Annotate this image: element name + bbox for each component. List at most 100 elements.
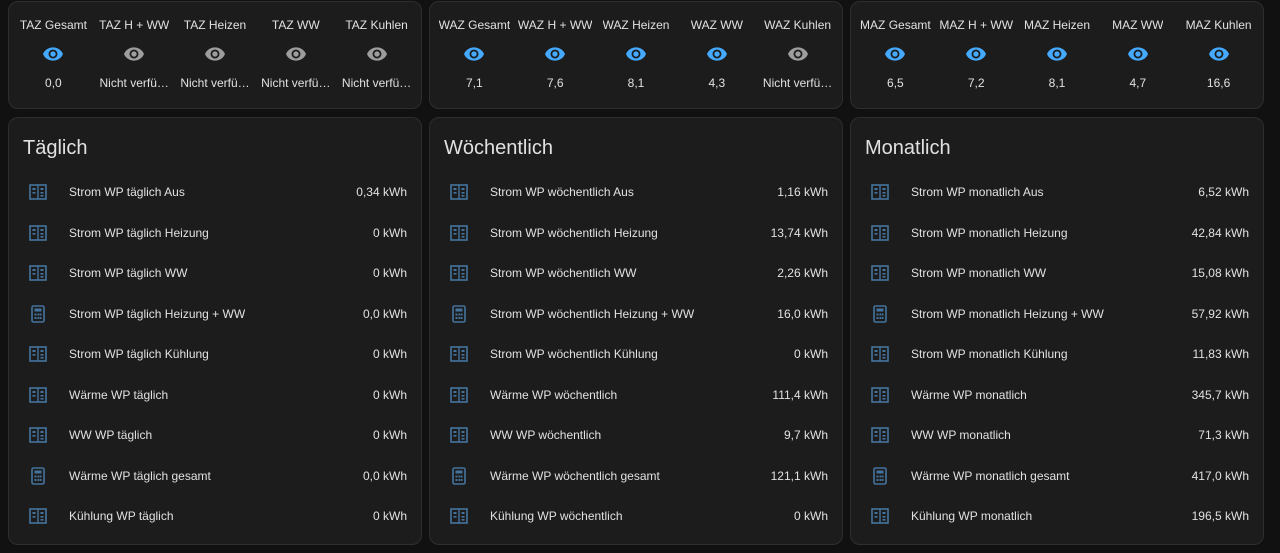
entity-row[interactable]: Strom WP wöchentlich Aus 1,16 kWh [430, 172, 842, 213]
eye-icon [285, 46, 307, 62]
glance-item[interactable]: WAZ Gesamt 7,1 [434, 2, 515, 108]
glance-card-waz: WAZ Gesamt 7,1 WAZ H + WW 7,6 WAZ Heizen… [429, 1, 843, 109]
entity-row[interactable]: Strom WP täglich WW 0 kWh [9, 253, 421, 294]
entity-row[interactable]: Strom WP monatlich Kühlung 11,83 kWh [851, 334, 1263, 375]
entity-value: 0 kWh [793, 509, 828, 524]
meter-icon [448, 505, 470, 527]
entity-name: Strom WP wöchentlich WW [490, 266, 637, 281]
entity-value: 2,26 kWh [777, 266, 828, 281]
entity-row[interactable]: Kühlung WP wöchentlich 0 kWh [430, 496, 842, 537]
entity-row[interactable]: Strom WP wöchentlich Heizung + WW 16,0 kW… [430, 294, 842, 335]
glance-item[interactable]: TAZ Heizen Nicht verfü… [175, 2, 256, 108]
glance-item-state: 7,6 [546, 76, 564, 90]
entity-value: 0 kWh [372, 509, 407, 524]
entity-row[interactable]: Strom WP monatlich Heizung 42,84 kWh [851, 213, 1263, 254]
entity-row[interactable]: Strom WP täglich Heizung + WW 0,0 kWh [9, 294, 421, 335]
eye-icon [544, 46, 566, 62]
glance-item[interactable]: MAZ Heizen 8,1 [1017, 2, 1098, 108]
glance-item[interactable]: WAZ Kuhlen Nicht verfü… [757, 2, 838, 108]
meter-icon [27, 181, 49, 203]
entity-row[interactable]: Strom WP wöchentlich WW 2,26 kWh [430, 253, 842, 294]
entity-row[interactable]: Strom WP monatlich WW 15,08 kWh [851, 253, 1263, 294]
entity-row[interactable]: Kühlung WP monatlich 196,5 kWh [851, 496, 1263, 537]
entity-row[interactable]: WW WP monatlich 71,3 kWh [851, 415, 1263, 456]
glance-item[interactable]: WAZ WW 4,3 [676, 2, 757, 108]
meter-icon [869, 424, 891, 446]
glance-item-name: WAZ H + WW [517, 18, 593, 32]
entity-value: 11,83 kWh [1192, 347, 1249, 362]
glance-item[interactable]: TAZ Gesamt 0,0 [13, 2, 94, 108]
glance-item[interactable]: MAZ WW 4,7 [1097, 2, 1178, 108]
meter-icon [869, 262, 891, 284]
entity-name: Wärme WP monatlich [911, 387, 1027, 402]
entity-row[interactable]: Strom WP täglich Kühlung 0 kWh [9, 334, 421, 375]
glance-item[interactable]: TAZ H + WW Nicht verfü… [94, 2, 175, 108]
entity-value: 0,34 kWh [356, 185, 407, 200]
entity-row[interactable]: Strom WP wöchentlich Kühlung 0 kWh [430, 334, 842, 375]
entity-row[interactable]: WW WP wöchentlich 9,7 kWh [430, 415, 842, 456]
calculator-icon [27, 303, 49, 325]
entity-row[interactable]: Strom WP monatlich Aus 6,52 kWh [851, 172, 1263, 213]
glance-item-name: WAZ Kuhlen [764, 18, 832, 32]
glance-item[interactable]: WAZ H + WW 7,6 [515, 2, 596, 108]
entity-row[interactable]: Wärme WP täglich 0 kWh [9, 375, 421, 416]
entity-value: 111,4 kWh [772, 387, 828, 402]
entity-name: Strom WP monatlich Aus [911, 185, 1044, 200]
entity-name: Strom WP wöchentlich Heizung + WW [490, 306, 695, 321]
eye-icon [787, 46, 809, 62]
eye-icon [706, 46, 728, 62]
glance-item-name: MAZ H + WW [939, 18, 1014, 32]
entity-row[interactable]: Wärme WP wöchentlich gesamt 121,1 kWh [430, 456, 842, 497]
entity-name: Strom WP monatlich WW [911, 266, 1047, 281]
entity-list: Strom WP wöchentlich Aus 1,16 kWh Strom WP… [430, 172, 842, 537]
entity-value: 42,84 kWh [1191, 225, 1249, 240]
entity-value: 6,52 kWh [1198, 185, 1249, 200]
glance-item[interactable]: TAZ Kuhlen Nicht verfü… [336, 2, 417, 108]
entity-row[interactable]: Strom WP täglich Aus 0,34 kWh [9, 172, 421, 213]
glance-item[interactable]: TAZ WW Nicht verfü… [255, 2, 336, 108]
eye-icon [1046, 46, 1068, 62]
glance-item-name: MAZ Gesamt [860, 18, 931, 32]
glance-item[interactable]: MAZ Gesamt 6,5 [855, 2, 936, 108]
entity-value: 71,3 kWh [1198, 428, 1249, 443]
entity-row[interactable]: WW WP täglich 0 kWh [9, 415, 421, 456]
glance-item-state: 7,1 [466, 76, 483, 90]
entity-name: Kühlung WP täglich [69, 509, 174, 524]
entity-row[interactable]: Strom WP täglich Heizung 0 kWh [9, 213, 421, 254]
entity-row[interactable]: Wärme WP wöchentlich 111,4 kWh [430, 375, 842, 416]
entity-row[interactable]: Strom WP monatlich Heizung + WW 57,92 kWh [851, 294, 1263, 335]
glance-item-state: 8,1 [627, 76, 645, 90]
entity-row[interactable]: Kühlung WP täglich 0 kWh [9, 496, 421, 537]
glance-item-state: 4,3 [708, 76, 726, 90]
glance-item-name: MAZ WW [1112, 18, 1164, 32]
eye-icon [204, 46, 226, 62]
meter-icon [27, 222, 49, 244]
glance-card-taz: TAZ Gesamt 0,0 TAZ H + WW Nicht verfü… T… [8, 1, 422, 109]
entity-value: 121,1 kWh [770, 468, 828, 483]
eye-icon [463, 46, 485, 62]
entity-row[interactable]: Wärme WP monatlich 345,7 kWh [851, 375, 1263, 416]
card-title: Wöchentlich [444, 137, 553, 159]
meter-icon [448, 222, 470, 244]
glance-card-maz: MAZ Gesamt 6,5 MAZ H + WW 7,2 MAZ Heizen… [850, 1, 1264, 109]
entity-row[interactable]: Strom WP wöchentlich Heizung 13,74 kWh [430, 213, 842, 254]
entity-name: Kühlung WP wöchentlich [490, 509, 623, 524]
glance-item[interactable]: MAZ Kuhlen 16,6 [1178, 2, 1259, 108]
entity-name: Strom WP monatlich Kühlung [911, 347, 1068, 362]
calculator-icon [869, 465, 891, 487]
entity-name: Strom WP monatlich Heizung + WW [911, 306, 1104, 321]
entity-row[interactable]: Wärme WP monatlich gesamt 417,0 kWh [851, 456, 1263, 497]
meter-icon [869, 181, 891, 203]
meter-icon [869, 222, 891, 244]
calculator-icon [27, 465, 49, 487]
meter-icon [27, 424, 49, 446]
calculator-icon [448, 303, 470, 325]
glance-item-name: TAZ Gesamt [19, 18, 87, 32]
glance-item[interactable]: WAZ Heizen 8,1 [596, 2, 677, 108]
eye-icon [884, 46, 906, 62]
entity-name: Strom WP monatlich Heizung [911, 225, 1068, 240]
entity-row[interactable]: Wärme WP täglich gesamt 0,0 kWh [9, 456, 421, 497]
meter-icon [448, 181, 470, 203]
meter-icon [448, 262, 470, 284]
glance-item[interactable]: MAZ H + WW 7,2 [936, 2, 1017, 108]
